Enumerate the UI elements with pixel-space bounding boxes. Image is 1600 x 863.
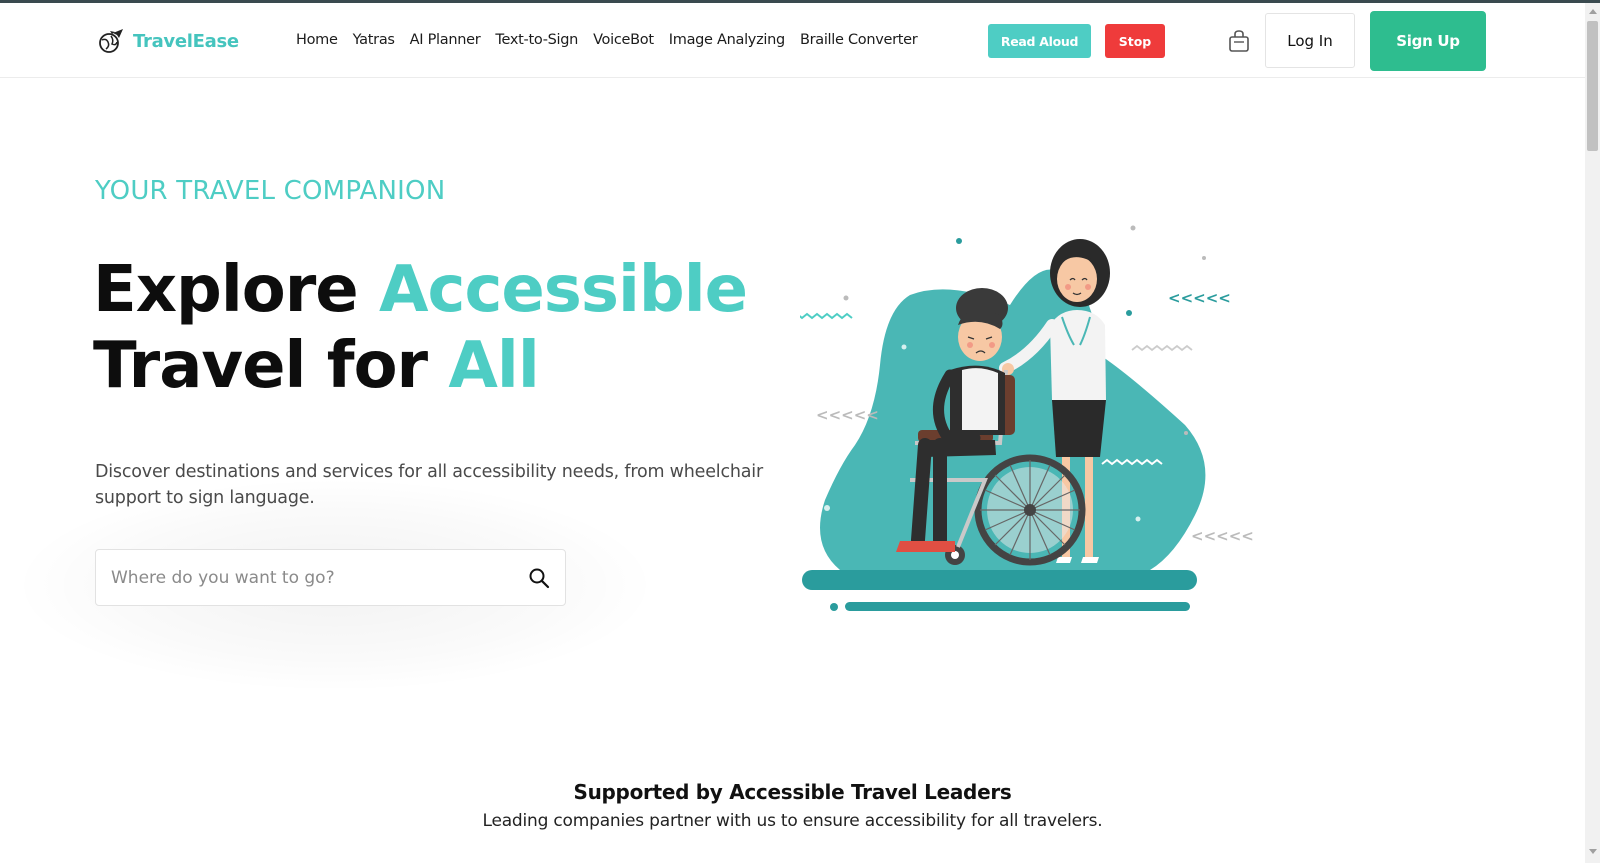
svg-text:<<<<<: <<<<< xyxy=(1191,527,1254,545)
stop-button[interactable]: Stop xyxy=(1105,24,1165,58)
scrollbar-thumb[interactable] xyxy=(1587,21,1598,151)
main-nav: Home Yatras AI Planner Text-to-Sign Voic… xyxy=(296,32,918,48)
headline-accent-1: Accessible xyxy=(378,253,748,327)
nav-item-text-to-sign[interactable]: Text-to-Sign xyxy=(495,32,578,48)
shopping-bag-icon[interactable] xyxy=(1228,29,1250,53)
nav-item-image-analyzing[interactable]: Image Analyzing xyxy=(669,32,785,48)
nav-item-voicebot[interactable]: VoiceBot xyxy=(593,32,654,48)
read-aloud-button[interactable]: Read Aloud xyxy=(988,24,1091,58)
search-input[interactable] xyxy=(111,550,511,605)
search-box xyxy=(95,549,566,606)
nav-item-yatras[interactable]: Yatras xyxy=(353,32,395,48)
nav-item-home[interactable]: Home xyxy=(296,32,338,48)
login-button[interactable]: Log In xyxy=(1265,13,1355,68)
headline-text-1: Explore xyxy=(93,253,379,327)
supported-title: Supported by Accessible Travel Leaders xyxy=(573,780,1012,804)
site-header: TravelEase Home Yatras AI Planner Text-t… xyxy=(0,3,1585,78)
scroll-down-arrow-icon[interactable] xyxy=(1589,849,1597,854)
brand-logo[interactable]: TravelEase xyxy=(97,27,239,55)
svg-text:<<<<<: <<<<< xyxy=(816,406,879,424)
svg-text:<<<<<: <<<<< xyxy=(1168,289,1231,307)
supported-subtitle: Leading companies partner with us to ens… xyxy=(482,811,1103,831)
hero-headline: Explore Accessible Travel for All xyxy=(93,252,748,404)
globe-plane-icon xyxy=(99,29,123,53)
scroll-up-arrow-icon[interactable] xyxy=(1589,9,1597,14)
nav-item-ai-planner[interactable]: AI Planner xyxy=(410,32,481,48)
signup-button[interactable]: Sign Up xyxy=(1370,11,1486,71)
brand-name: TravelEase xyxy=(133,30,239,52)
hero-eyebrow: YOUR TRAVEL COMPANION xyxy=(95,176,446,206)
headline-accent-2: All xyxy=(448,329,539,403)
nav-item-braille-converter[interactable]: Braille Converter xyxy=(800,32,918,48)
nurse-pushing-wheelchair-illustration: <<<<< <<<<< <<<<< xyxy=(800,225,1254,611)
headline-text-2: Travel for xyxy=(93,329,449,403)
search-icon[interactable] xyxy=(528,567,550,589)
page-scrollbar[interactable] xyxy=(1585,3,1600,863)
